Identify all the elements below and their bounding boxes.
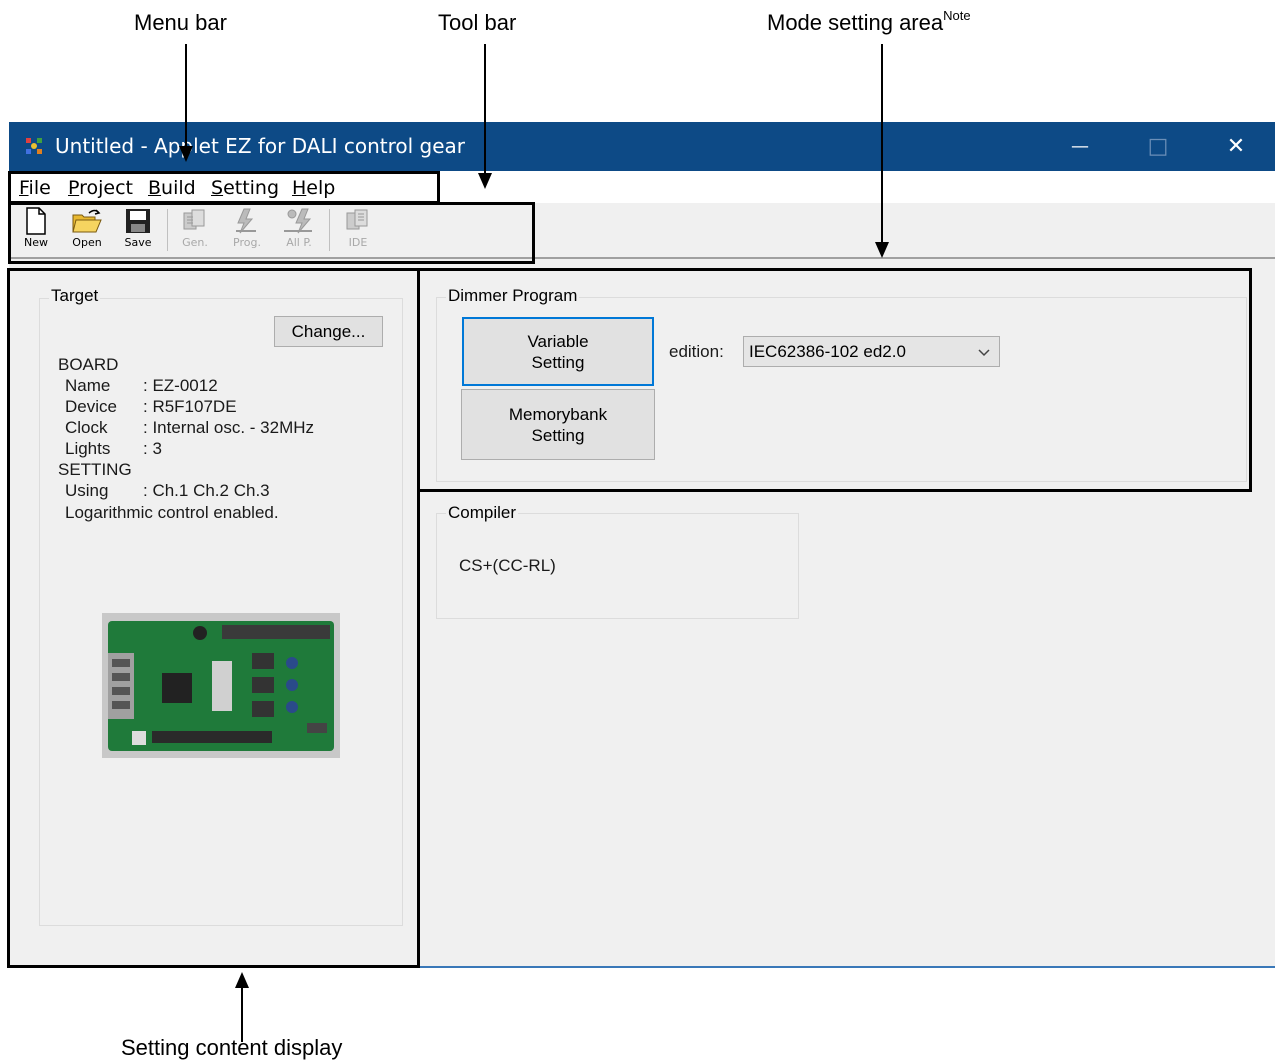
menu-bar-annotation: Menu bar bbox=[134, 10, 227, 35]
program-lightning-icon bbox=[236, 208, 256, 234]
menu-project[interactable]: Project bbox=[68, 177, 133, 199]
open-label: Open bbox=[72, 236, 102, 249]
menu-bar: File Project Build Setting Help bbox=[9, 171, 1275, 203]
ide-icon bbox=[346, 209, 368, 230]
mode-setting-area-annotation: Mode setting areaNote bbox=[767, 8, 971, 35]
mode-setting-arrow bbox=[881, 44, 883, 243]
lights-label: Lights bbox=[65, 439, 111, 458]
all-program-icon bbox=[284, 208, 312, 234]
pcb-board-image bbox=[108, 621, 334, 751]
tool-bar-annotation: Tool bar bbox=[438, 10, 517, 35]
edition-select[interactable]: IEC62386-102 ed2.0 bbox=[743, 336, 1000, 367]
edition-select-value: IEC62386-102 ed2.0 bbox=[749, 342, 906, 361]
device-label: Device bbox=[65, 397, 117, 416]
memorybank-setting-line1: Memorybank bbox=[508, 405, 608, 424]
save-disk-icon bbox=[126, 209, 150, 233]
setting-content-display-annotation: Setting content display bbox=[121, 1035, 343, 1060]
new-file-icon bbox=[26, 207, 46, 235]
mode-setting-arrowhead bbox=[875, 242, 889, 258]
prog-label: Prog. bbox=[233, 236, 261, 249]
clock-value: : Internal osc. - 32MHz bbox=[143, 418, 315, 437]
variable-setting-line1: Variable bbox=[527, 332, 589, 351]
open-folder-icon bbox=[72, 209, 102, 233]
clock-label: Clock bbox=[65, 418, 108, 437]
new-label: New bbox=[24, 236, 48, 249]
target-group-title: Target bbox=[49, 286, 101, 306]
memorybank-setting-line2: Setting bbox=[531, 426, 585, 445]
tool-bar-arrow bbox=[484, 44, 486, 174]
board-photo bbox=[102, 613, 340, 758]
menu-bar-arrowhead bbox=[179, 146, 193, 162]
board-heading: BOARD bbox=[58, 355, 119, 374]
window-bottom-border bbox=[419, 966, 1275, 968]
maximize-button[interactable]: □ bbox=[1135, 122, 1181, 171]
log-control-text: Logarithmic control enabled. bbox=[65, 503, 279, 522]
change-button[interactable]: Change... bbox=[274, 316, 383, 347]
minimize-button[interactable]: — bbox=[1057, 122, 1103, 171]
variable-setting-button[interactable]: Variable Setting bbox=[462, 317, 654, 386]
variable-setting-line2: Setting bbox=[531, 353, 585, 372]
menu-help[interactable]: Help bbox=[292, 177, 335, 199]
new-button[interactable]: New bbox=[16, 207, 56, 253]
gen-button[interactable]: Gen. bbox=[175, 207, 215, 253]
note-superscript: Note bbox=[943, 8, 971, 23]
name-label: Name bbox=[65, 376, 111, 395]
compiler-group-title: Compiler bbox=[446, 503, 519, 523]
setting-content-arrow bbox=[241, 986, 243, 1042]
edition-label: edition: bbox=[669, 342, 724, 361]
using-label: Using bbox=[65, 481, 109, 500]
name-value: : EZ-0012 bbox=[143, 376, 218, 395]
chevron-down-icon bbox=[978, 349, 990, 357]
save-button[interactable]: Save bbox=[118, 207, 158, 253]
generate-code-icon bbox=[183, 209, 205, 230]
all-program-button[interactable]: All P. bbox=[279, 207, 319, 253]
dimmer-program-title: Dimmer Program bbox=[446, 286, 580, 306]
app-logo-icon bbox=[26, 138, 42, 154]
using-value: : Ch.1 Ch.2 Ch.3 bbox=[143, 481, 270, 500]
menu-file[interactable]: File bbox=[19, 177, 51, 199]
toolbar-separator bbox=[329, 209, 330, 251]
gen-label: Gen. bbox=[182, 236, 208, 249]
app-window: Untitled - Applet EZ for DALI control ge… bbox=[9, 122, 1275, 968]
device-value: : R5F107DE bbox=[143, 397, 237, 416]
lights-value: : 3 bbox=[143, 439, 162, 458]
memorybank-setting-button[interactable]: Memorybank Setting bbox=[461, 389, 655, 460]
close-button[interactable]: ✕ bbox=[1213, 122, 1259, 171]
window-title: Untitled - Applet EZ for DALI control ge… bbox=[55, 134, 466, 158]
ide-label: IDE bbox=[348, 236, 368, 249]
title-bar: Untitled - Applet EZ for DALI control ge… bbox=[9, 122, 1275, 171]
compiler-value: CS+(CC-RL) bbox=[459, 556, 556, 575]
setting-heading: SETTING bbox=[58, 460, 132, 479]
menu-build[interactable]: Build bbox=[148, 177, 196, 199]
toolbar-separator bbox=[167, 209, 168, 251]
open-button[interactable]: Open bbox=[67, 207, 107, 253]
allp-label: All P. bbox=[286, 236, 312, 249]
ide-button[interactable]: IDE bbox=[338, 207, 378, 253]
menu-bar-arrow bbox=[185, 44, 187, 147]
tool-bar-arrowhead bbox=[478, 173, 492, 189]
tool-bar: New Open Save Gen. Prog. All P. IDE bbox=[9, 203, 1275, 259]
save-label: Save bbox=[124, 236, 152, 249]
prog-button[interactable]: Prog. bbox=[227, 207, 267, 253]
menu-setting[interactable]: Setting bbox=[211, 177, 279, 199]
